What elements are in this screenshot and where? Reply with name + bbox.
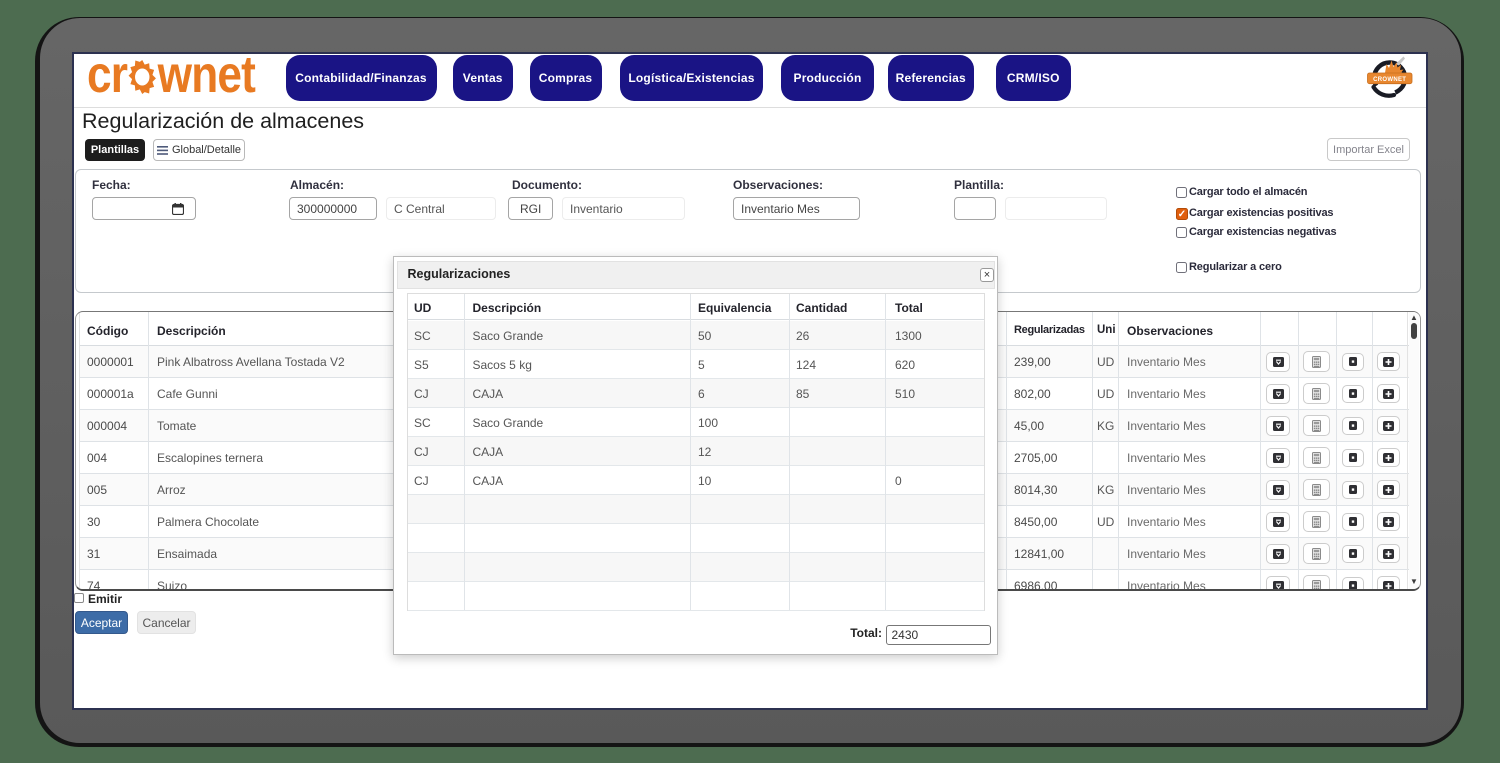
svg-text:CROWNET: CROWNET [1373, 77, 1406, 83]
